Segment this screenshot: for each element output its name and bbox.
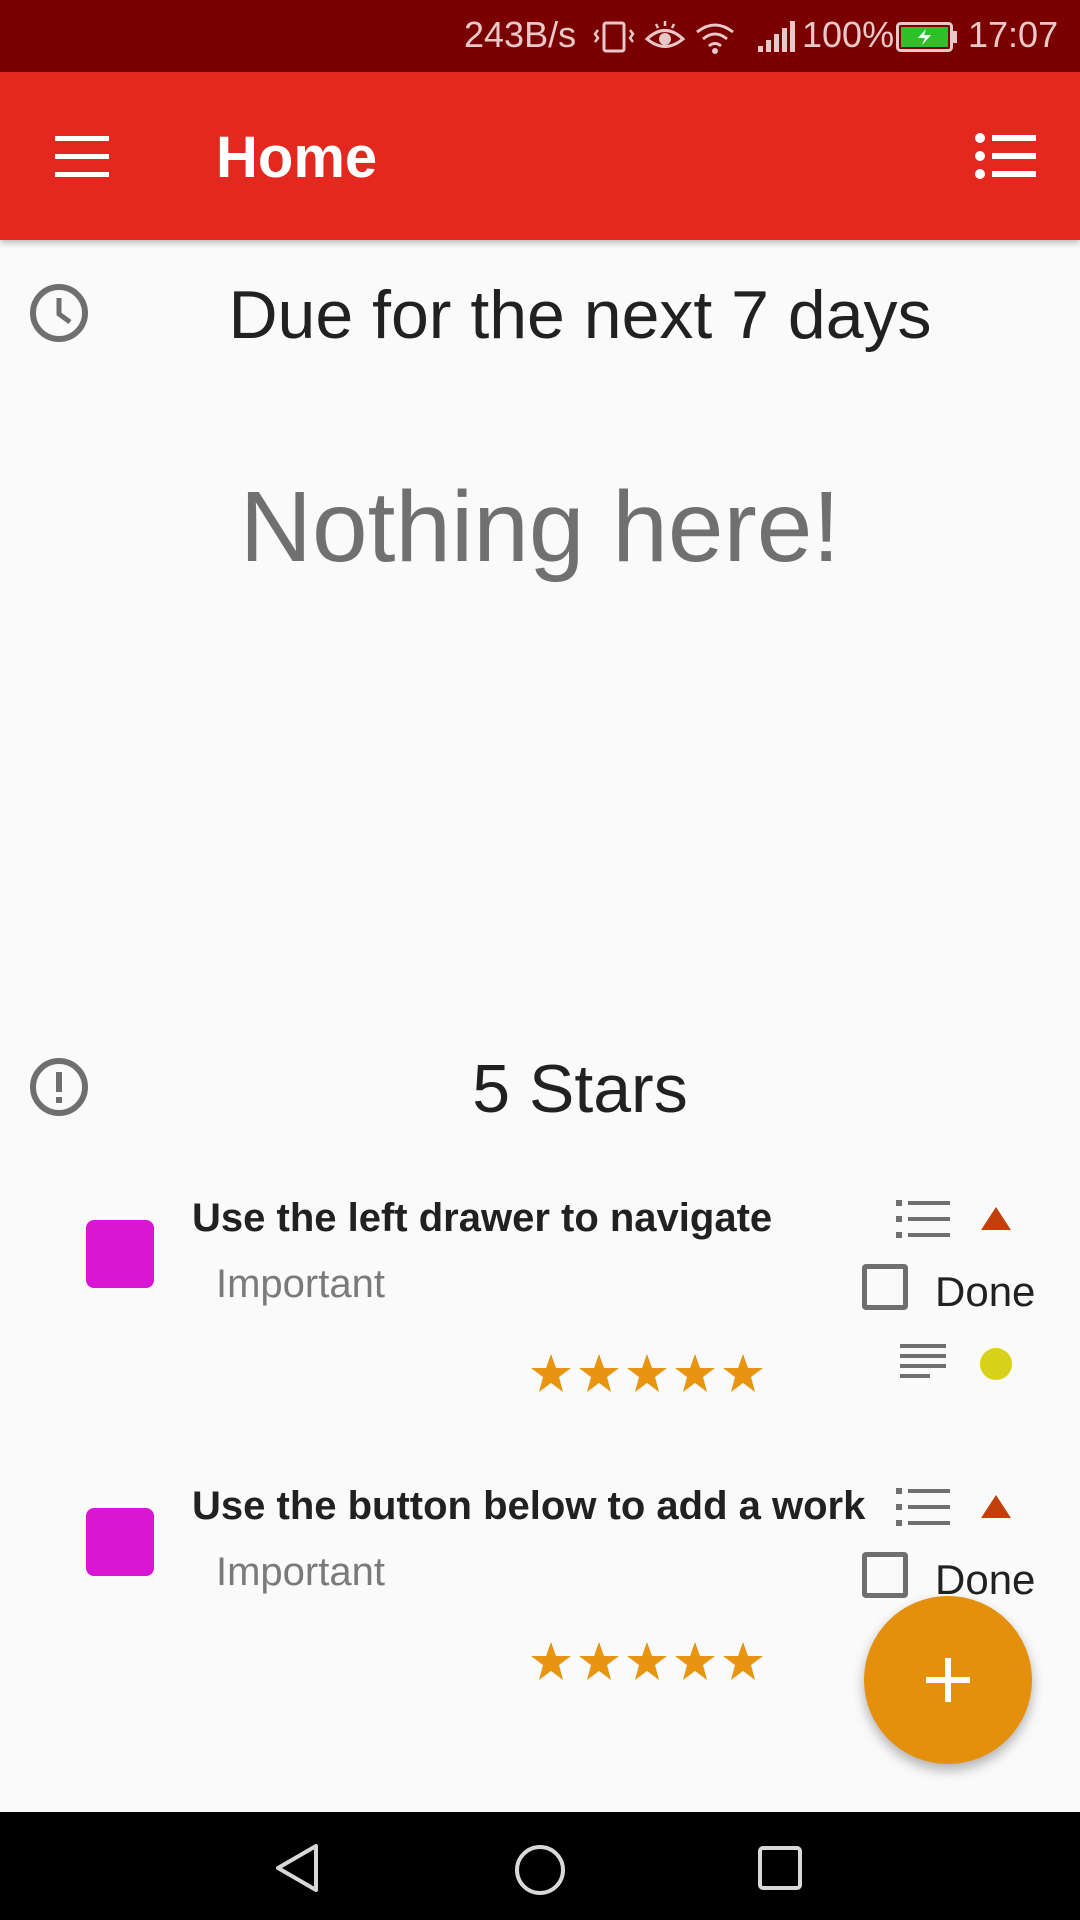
item-title: Use the left drawer to navigate bbox=[192, 1196, 773, 1240]
home-icon[interactable] bbox=[512, 1842, 568, 1898]
add-work-button[interactable] bbox=[864, 1596, 1032, 1764]
wifi-icon bbox=[696, 23, 734, 54]
notes-icon[interactable] bbox=[898, 1342, 948, 1384]
menu-button[interactable] bbox=[52, 128, 112, 184]
eye-icon bbox=[644, 21, 686, 48]
priority-up-icon bbox=[981, 1207, 1011, 1230]
battery-icon bbox=[896, 22, 957, 52]
hamburger-menu-icon bbox=[55, 136, 109, 177]
vibrate-icon bbox=[593, 21, 635, 53]
list-view-icon bbox=[975, 133, 1036, 179]
list-item[interactable]: Use the left drawer to navigate Importan… bbox=[0, 1170, 1080, 1440]
alert-circle-icon bbox=[30, 1058, 88, 1116]
color-swatch bbox=[86, 1508, 154, 1576]
checklist-icon[interactable] bbox=[894, 1196, 952, 1242]
signal-icon bbox=[758, 21, 795, 52]
page-title: Home bbox=[216, 125, 378, 190]
star-icon bbox=[579, 1642, 619, 1680]
done-checkbox[interactable] bbox=[862, 1552, 908, 1598]
checklist-icon[interactable] bbox=[894, 1484, 952, 1530]
star-icon bbox=[627, 1642, 667, 1680]
status-bar: 243B/s 100% 17:07 bbox=[0, 0, 1080, 72]
stars-section-title: 5 Stars bbox=[472, 1051, 688, 1127]
star-icon bbox=[627, 1354, 667, 1392]
star-icon bbox=[723, 1354, 763, 1392]
plus-icon bbox=[926, 1658, 970, 1702]
star-rating bbox=[531, 1642, 763, 1680]
system-nav-bar bbox=[0, 1812, 1080, 1920]
done-checkbox[interactable] bbox=[862, 1264, 908, 1310]
star-icon bbox=[579, 1354, 619, 1392]
clock-time: 17:07 bbox=[968, 14, 1059, 55]
star-rating bbox=[531, 1354, 763, 1392]
status-dot-icon bbox=[980, 1348, 1012, 1380]
recents-icon[interactable] bbox=[756, 1844, 804, 1892]
star-icon bbox=[531, 1354, 571, 1392]
network-speed: 243B/s bbox=[464, 14, 577, 55]
done-label: Done bbox=[935, 1268, 1036, 1315]
item-category: Important bbox=[216, 1262, 385, 1306]
item-title: Use the button below to add a work bbox=[192, 1484, 866, 1528]
star-icon bbox=[723, 1642, 763, 1680]
app-bar: Home bbox=[0, 72, 1080, 240]
color-swatch bbox=[86, 1220, 154, 1288]
priority-up-icon bbox=[981, 1495, 1011, 1518]
clock-icon bbox=[30, 284, 88, 342]
back-icon[interactable] bbox=[272, 1842, 324, 1894]
view-toggle-button[interactable] bbox=[974, 128, 1038, 184]
star-icon bbox=[675, 1354, 715, 1392]
due-section-title: Due for the next 7 days bbox=[228, 277, 932, 353]
star-icon bbox=[675, 1642, 715, 1680]
empty-state-message: Nothing here! bbox=[239, 471, 841, 583]
star-icon bbox=[531, 1642, 571, 1680]
battery-percentage: 100% bbox=[802, 14, 895, 55]
item-category: Important bbox=[216, 1550, 385, 1594]
